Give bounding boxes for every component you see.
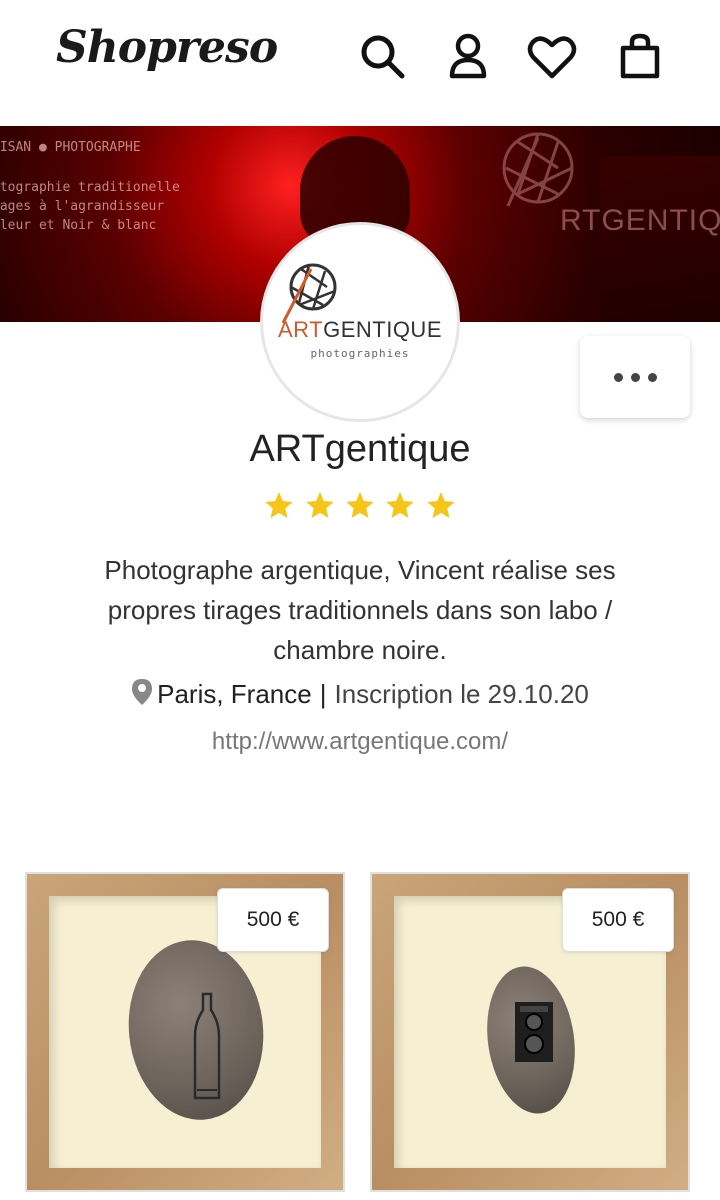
banner-brand-text: RTGENTIQUE xyxy=(560,204,720,237)
shop-location: Paris, France xyxy=(157,679,312,709)
user-icon[interactable] xyxy=(441,30,495,84)
product-price: 500 € xyxy=(562,888,674,952)
star-icon xyxy=(265,492,293,518)
star-icon xyxy=(427,492,455,518)
banner-text-line: TISAN ● PHOTOGRAPHE xyxy=(0,140,141,155)
banner-shelf xyxy=(600,156,720,322)
banner-text-line: otographie traditionelle xyxy=(0,180,180,195)
more-dots-icon xyxy=(630,372,640,382)
shop-description: Photographe argentique, Vincent réalise … xyxy=(104,555,616,665)
more-dots-icon xyxy=(647,372,657,382)
banner-text-line: aleur et Noir & blanc xyxy=(0,218,157,233)
avatar-brand-text: ARTGENTIQUE xyxy=(277,317,442,342)
shop-meta: Paris, France | Inscription le 29.10.20 xyxy=(0,678,720,710)
aperture-icon xyxy=(502,132,574,207)
avatar-subtitle: photographies xyxy=(310,347,410,360)
shop-avatar: ARTGENTIQUE photographies xyxy=(260,222,460,422)
shopping-bag-icon[interactable] xyxy=(613,30,667,84)
product-price: 500 € xyxy=(217,888,329,952)
shop-website-link[interactable]: http://www.artgentique.com/ xyxy=(0,728,720,756)
product-card[interactable]: 500 € xyxy=(25,872,345,1192)
product-card[interactable]: 500 € xyxy=(370,872,690,1192)
star-icon xyxy=(386,492,415,518)
location-pin-icon xyxy=(132,679,153,705)
bottle-print-icon xyxy=(193,992,221,1100)
rating-stars xyxy=(0,490,720,527)
more-options-button[interactable] xyxy=(580,336,690,418)
star-icon xyxy=(305,492,334,518)
site-logo[interactable]: Shopreso xyxy=(56,22,278,73)
shop-join-date: Inscription le 29.10.20 xyxy=(334,679,589,709)
star-icon xyxy=(346,492,374,518)
aperture-logo-icon xyxy=(281,263,337,324)
meta-separator: | xyxy=(319,679,327,709)
banner-text-line: rages à l'agrandisseur xyxy=(0,199,165,214)
more-dots-icon xyxy=(613,372,623,382)
search-icon[interactable] xyxy=(356,30,410,84)
top-header: Shopreso xyxy=(0,0,720,126)
heart-icon[interactable] xyxy=(525,30,579,84)
camera-print-icon xyxy=(515,1002,553,1062)
shop-name: ARTgentique xyxy=(249,428,471,470)
